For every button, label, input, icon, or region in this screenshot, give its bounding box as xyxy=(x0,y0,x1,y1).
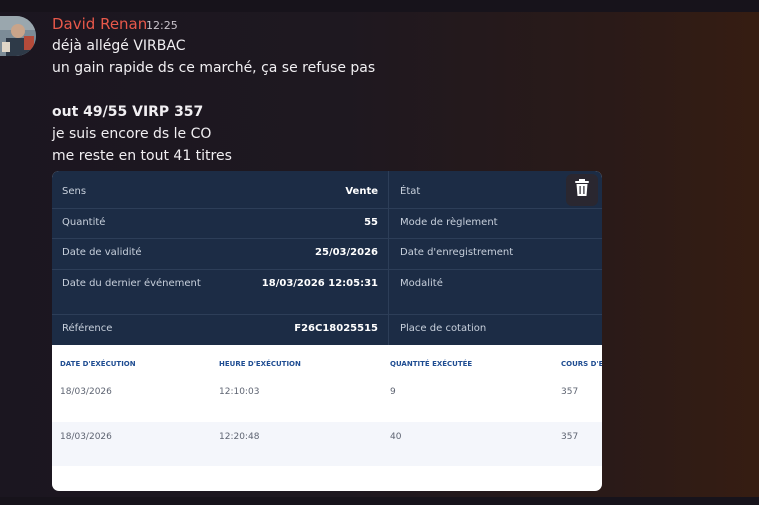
message-timestamp: 12:25 xyxy=(146,19,178,32)
column-divider xyxy=(388,171,389,345)
cell-date: 18/03/2026 xyxy=(60,387,112,397)
label-modalite: Modalité xyxy=(400,278,443,289)
message-line: je suis encore ds le CO xyxy=(52,126,212,142)
trash-icon xyxy=(574,179,590,201)
message-line: me reste en tout 41 titres xyxy=(52,148,232,164)
value-sens: Vente xyxy=(345,186,378,197)
bottom-strip xyxy=(0,497,759,505)
row-divider xyxy=(52,238,602,239)
cell-quantite: 40 xyxy=(390,432,402,442)
header-quantite-executee: QUANTITÉ EXÉCUTÉE xyxy=(390,360,473,368)
label-reference: Référence xyxy=(62,323,113,334)
value-dernier-evenement: 18/03/2026 12:05:31 xyxy=(261,278,378,289)
label-dernier-evenement: Date du dernier événement xyxy=(62,278,201,289)
cell-quantite: 9 xyxy=(390,387,396,397)
label-date-enregistrement: Date d'enregistrement xyxy=(400,247,514,258)
order-details-panel xyxy=(52,171,602,345)
author-name[interactable]: David Renan xyxy=(52,15,147,33)
table-row xyxy=(52,422,602,466)
cell-cours: 357 xyxy=(561,432,579,442)
row-divider xyxy=(52,208,602,209)
value-quantite: 55 xyxy=(364,217,378,228)
header-cours-execution: COURS D'EX xyxy=(561,360,602,368)
label-sens: Sens xyxy=(62,186,87,197)
value-date-validite: 25/03/2026 xyxy=(315,247,378,258)
top-strip xyxy=(0,0,759,12)
delete-button[interactable] xyxy=(566,174,598,206)
label-place-cotation: Place de cotation xyxy=(400,323,487,334)
cell-heure: 12:20:48 xyxy=(219,432,260,442)
label-quantite: Quantité xyxy=(62,217,106,228)
label-mode-reglement: Mode de règlement xyxy=(400,217,498,228)
label-date-validite: Date de validité xyxy=(62,247,142,258)
header-date-execution: DATE D'EXÉCUTION xyxy=(60,360,136,368)
row-divider xyxy=(52,269,602,270)
message-line: un gain rapide ds ce marché, ça se refus… xyxy=(52,60,376,76)
cell-cours: 357 xyxy=(561,387,579,397)
table-row xyxy=(52,372,602,416)
value-reference: F26C18025515 xyxy=(294,323,378,334)
label-etat: État xyxy=(400,186,421,197)
header-heure-execution: HEURE D'EXÉCUTION xyxy=(219,360,301,368)
message-line-bold: out 49/55 VIRP 357 xyxy=(52,104,204,120)
row-divider xyxy=(52,314,602,315)
message-line: déjà allégé VIRBAC xyxy=(52,38,186,54)
cell-date: 18/03/2026 xyxy=(60,432,112,442)
order-screenshot-attachment[interactable]: Sens Vente Quantité 55 Date de validité … xyxy=(52,171,602,491)
user-avatar[interactable] xyxy=(0,16,36,56)
cell-heure: 12:10:03 xyxy=(219,387,260,397)
